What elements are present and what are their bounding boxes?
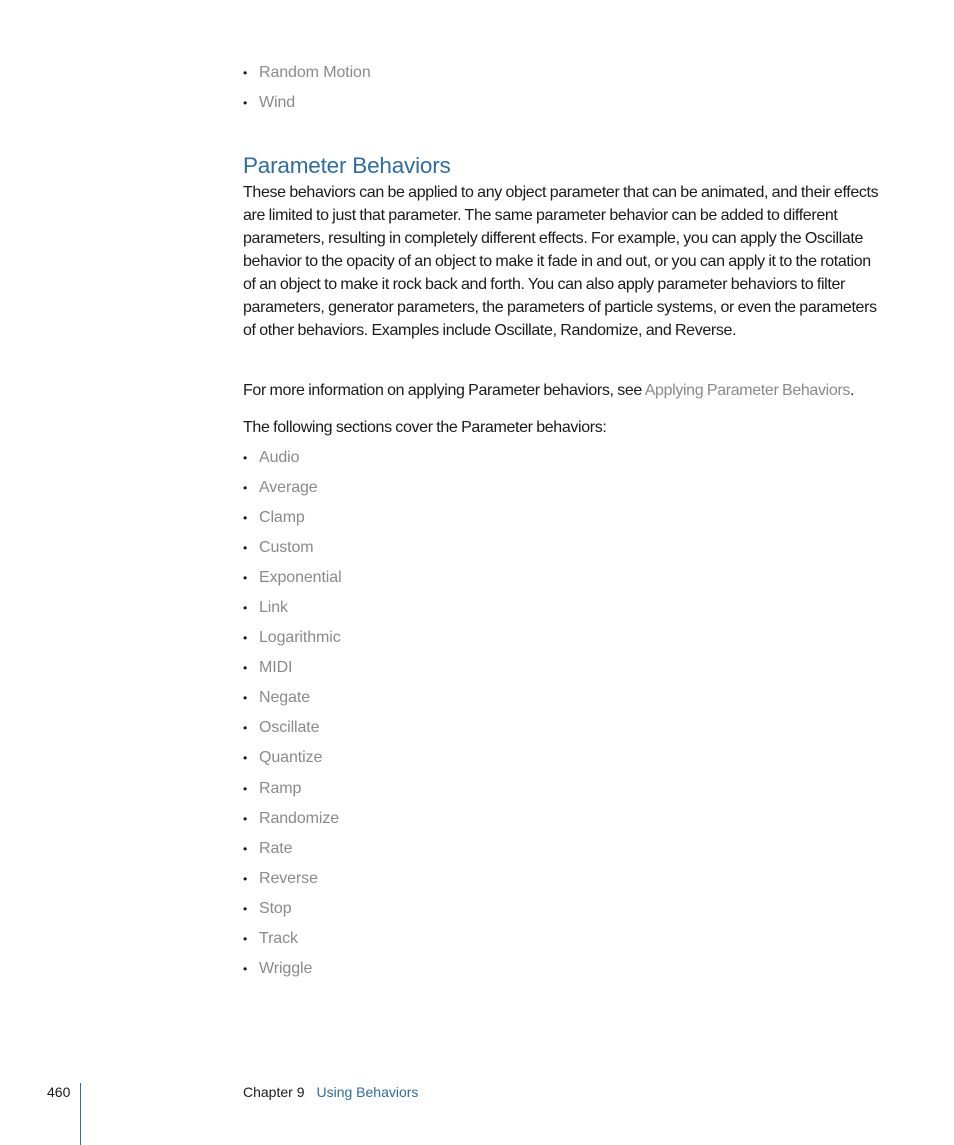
bullet-icon: • [243, 931, 248, 946]
list-item[interactable]: • Audio [243, 443, 342, 473]
applying-parameter-behaviors-link[interactable]: Applying Parameter Behaviors [645, 382, 851, 399]
list-item[interactable]: • Logarithmic [243, 623, 342, 653]
bullet-icon: • [243, 841, 248, 856]
bullet-icon: • [243, 631, 248, 646]
bullet-icon: • [243, 481, 248, 496]
list-item-link[interactable]: Ramp [259, 774, 301, 804]
list-item-link[interactable]: Track [259, 924, 298, 954]
list-item-link[interactable]: Logarithmic [259, 623, 341, 653]
list-item[interactable]: • Quantize [243, 743, 342, 773]
bullet-icon: • [243, 451, 248, 466]
list-item-link[interactable]: Oscillate [259, 713, 320, 743]
list-item-link[interactable]: Audio [259, 443, 300, 473]
bullet-icon: • [243, 781, 248, 796]
chapter-label: Chapter 9 [243, 1084, 305, 1100]
bullet-icon: • [243, 96, 248, 111]
more-info-text: For more information on applying Paramet… [243, 382, 645, 399]
list-item-link[interactable]: Stop [259, 894, 292, 924]
list-item[interactable]: • Ramp [243, 774, 342, 804]
bullet-icon: • [243, 721, 248, 736]
list-item[interactable]: • Reverse [243, 864, 342, 894]
chapter-title-link[interactable]: Using Behaviors [316, 1084, 418, 1100]
list-item[interactable]: • Rate [243, 834, 342, 864]
list-item-link[interactable]: Clamp [259, 503, 305, 533]
list-item-link[interactable]: Average [259, 473, 318, 503]
more-info-paragraph: For more information on applying Paramet… [243, 379, 883, 402]
list-item[interactable]: • Exponential [243, 563, 342, 593]
bullet-icon: • [243, 601, 248, 616]
sections-intro-paragraph: The following sections cover the Paramet… [243, 419, 607, 436]
more-info-suffix: . [850, 382, 855, 399]
bullet-icon: • [243, 661, 248, 676]
bullet-icon: • [243, 751, 248, 766]
bullet-icon: • [243, 571, 248, 586]
footer-divider [80, 1083, 81, 1145]
bullet-icon: • [243, 811, 248, 826]
list-item-link[interactable]: Reverse [259, 864, 318, 894]
page-number: 460 [47, 1084, 71, 1100]
list-item[interactable]: • Oscillate [243, 713, 342, 743]
list-item[interactable]: • Wriggle [243, 954, 342, 984]
list-item-link[interactable]: Randomize [259, 804, 339, 834]
bullet-icon: • [243, 691, 248, 706]
previous-behavior-list: • Random Motion • Wind [243, 58, 371, 118]
list-item-link[interactable]: Custom [259, 533, 314, 563]
bullet-icon: • [243, 901, 248, 916]
list-item[interactable]: • Link [243, 593, 342, 623]
bullet-icon: • [243, 871, 248, 886]
parameter-behavior-list: • Audio • Average • Clamp • Custom • Exponential •… [243, 443, 342, 984]
list-item-link[interactable]: Random Motion [259, 58, 371, 88]
list-item[interactable]: • Random Motion [243, 58, 371, 88]
intro-paragraph: These behaviors can be applied to any ob… [243, 184, 879, 339]
section-heading: Parameter Behaviors [243, 153, 451, 178]
list-item[interactable]: • MIDI [243, 653, 342, 683]
list-item-link[interactable]: Link [259, 593, 288, 623]
list-item[interactable]: • Custom [243, 533, 342, 563]
list-item[interactable]: • Stop [243, 894, 342, 924]
document-page: • Random Motion • Wind Parameter Behavio… [0, 0, 954, 1145]
list-item-link[interactable]: MIDI [259, 653, 292, 683]
list-item-link[interactable]: Wind [259, 88, 295, 118]
bullet-icon: • [243, 961, 248, 976]
list-item-link[interactable]: Negate [259, 683, 310, 713]
bullet-icon: • [243, 541, 248, 556]
bullet-icon: • [243, 66, 248, 81]
list-item-link[interactable]: Quantize [259, 743, 322, 773]
list-item[interactable]: • Negate [243, 683, 342, 713]
list-item[interactable]: • Randomize [243, 804, 342, 834]
list-item[interactable]: • Average [243, 473, 342, 503]
list-item-link[interactable]: Exponential [259, 563, 342, 593]
list-item-link[interactable]: Rate [259, 834, 293, 864]
bullet-icon: • [243, 511, 248, 526]
list-item[interactable]: • Clamp [243, 503, 342, 533]
list-item[interactable]: • Wind [243, 88, 371, 118]
list-item-link[interactable]: Wriggle [259, 954, 312, 984]
list-item[interactable]: • Track [243, 924, 342, 954]
footer-chapter: Chapter 9 Using Behaviors [243, 1084, 418, 1100]
